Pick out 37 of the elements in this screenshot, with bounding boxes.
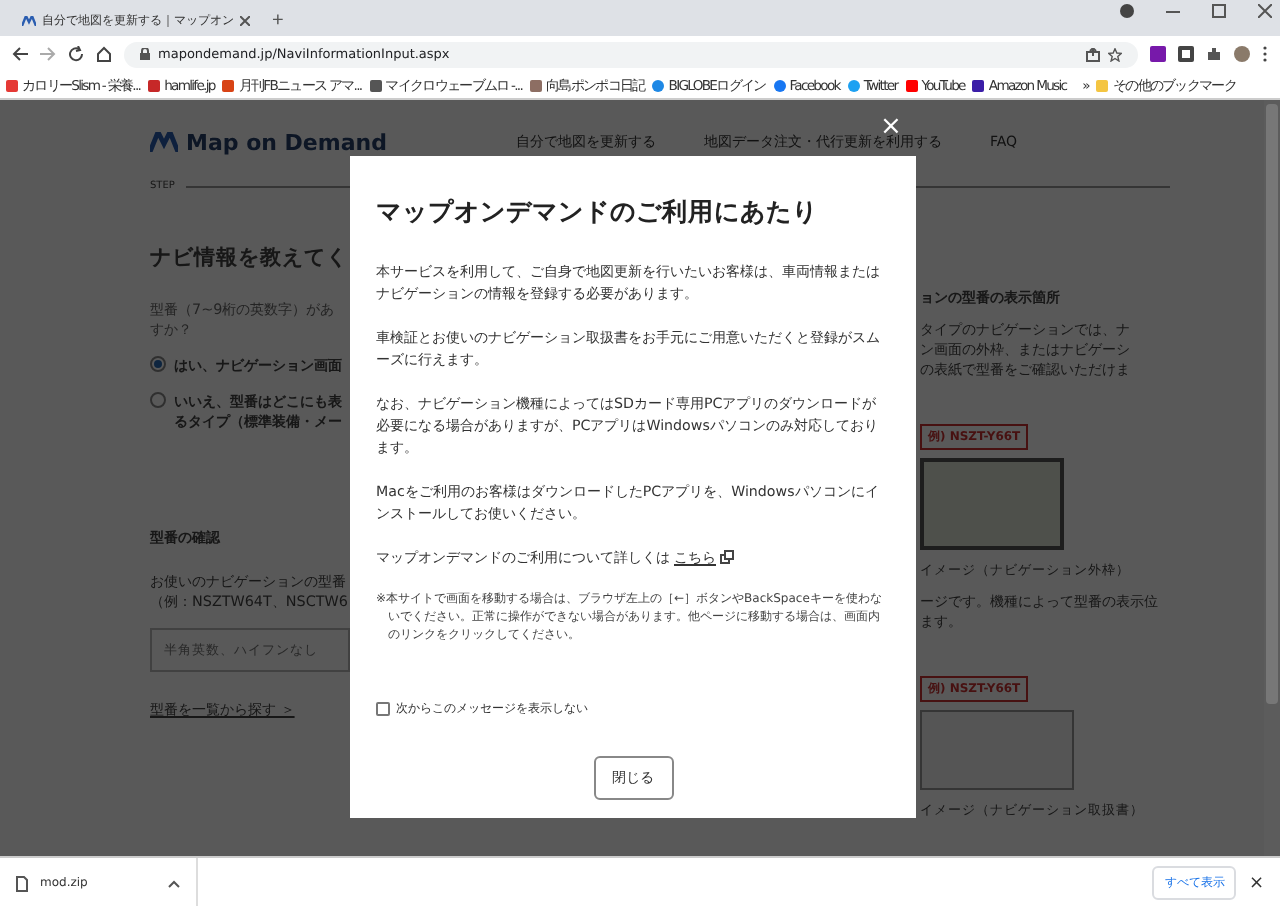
share-icon[interactable] — [1086, 47, 1100, 61]
bookmark-favicon-icon — [530, 79, 543, 91]
folder-icon — [1096, 79, 1109, 91]
bookmark-favicon-icon — [369, 79, 382, 91]
navigation-screen-drawing — [920, 458, 1064, 550]
page-heading: ナビ情報を教えてく — [150, 244, 350, 272]
new-tab-button[interactable]: + — [272, 10, 284, 32]
avatar-icon[interactable] — [1234, 46, 1250, 62]
radio-button[interactable] — [150, 356, 166, 372]
radio-button[interactable] — [150, 392, 166, 408]
external-link-icon — [720, 550, 734, 564]
bookmark-favicon-icon — [773, 79, 786, 91]
checkbox[interactable] — [376, 702, 390, 716]
dialog-title: マップオンデマンドのご利用にあたり — [376, 196, 820, 228]
bookmark-favicon-icon — [847, 79, 860, 91]
star-icon[interactable] — [1108, 47, 1122, 61]
bookmark-favicon-icon — [972, 79, 985, 91]
lock-icon — [140, 48, 150, 60]
close-button[interactable]: × — [1248, 873, 1264, 893]
reload-icon[interactable] — [68, 46, 84, 62]
back-arrow-icon[interactable] — [12, 46, 28, 62]
square-extension-icon[interactable] — [1178, 46, 1194, 62]
bookmark-favicon-icon — [905, 79, 918, 91]
site-logo-icon — [150, 132, 178, 152]
site-logo-icon — [22, 16, 36, 26]
menu-icon[interactable] — [1262, 46, 1268, 62]
bookmark-favicon-icon — [652, 79, 665, 91]
maximize-icon[interactable] — [1212, 4, 1226, 18]
caret-icon[interactable] — [168, 879, 180, 887]
profile-dot-icon[interactable] — [1120, 4, 1134, 18]
file-icon — [16, 875, 28, 891]
close-icon[interactable] — [1258, 4, 1272, 18]
close-icon[interactable] — [240, 16, 250, 26]
home-icon[interactable] — [96, 46, 112, 62]
bookmark-favicon-icon — [222, 79, 235, 91]
bookmark-favicon-icon — [148, 79, 161, 91]
bookmark-favicon-icon — [6, 79, 18, 91]
